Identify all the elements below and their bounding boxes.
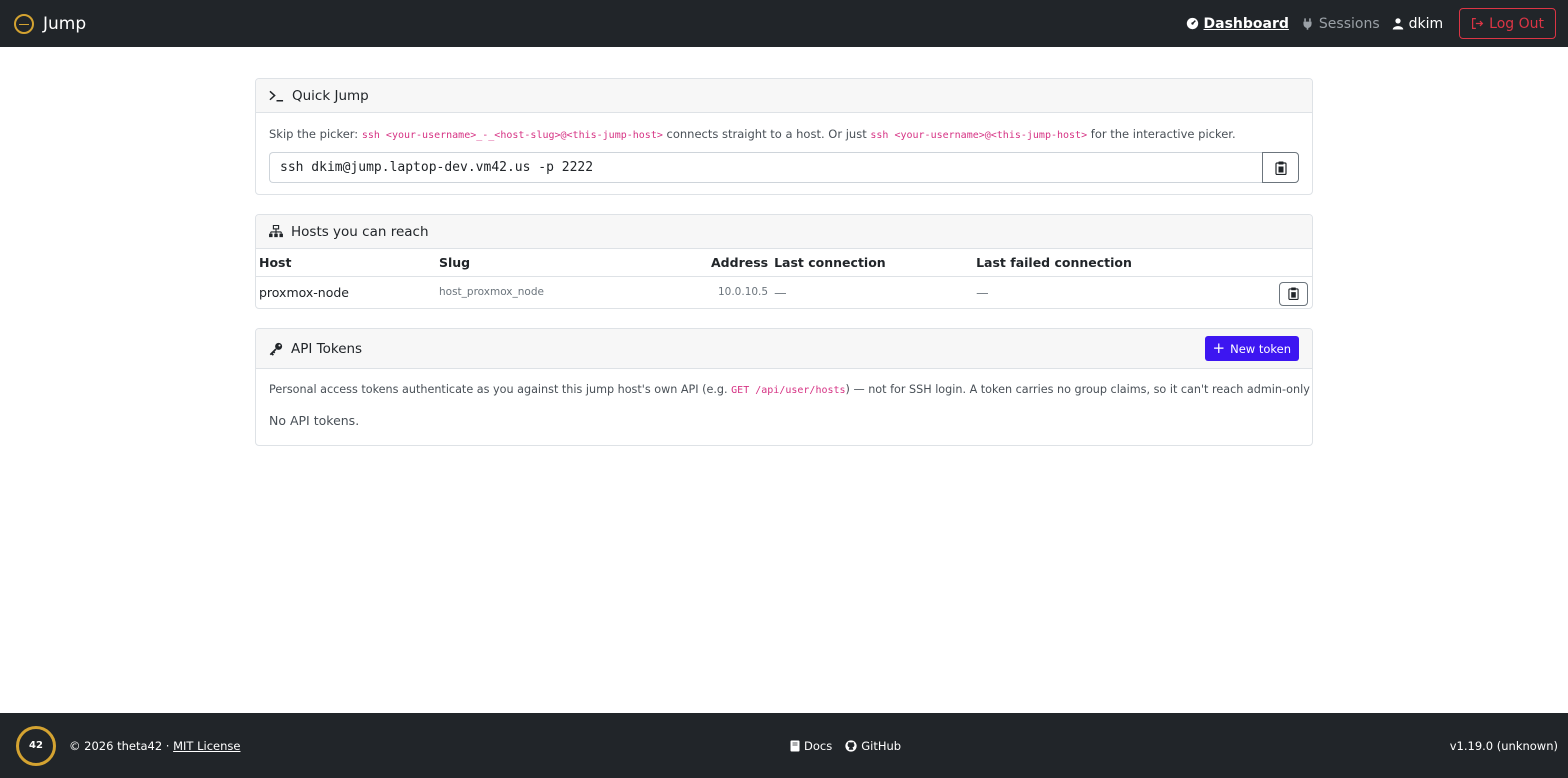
- direct-ssh-code: ssh <your-username>_-_<host-slug>@<this-…: [361, 130, 663, 141]
- theta42-footer-logo-icon: 42: [16, 725, 56, 766]
- logout-button[interactable]: Log Out: [1459, 8, 1556, 39]
- top-navbar: Jump Dashboard Sessions dkim Log Out: [0, 0, 1568, 47]
- network-icon: [269, 225, 283, 238]
- ssh-command-group: [269, 152, 1299, 183]
- logout-label: Log Out: [1489, 15, 1544, 32]
- host-last-connection: —: [774, 284, 787, 300]
- new-token-button[interactable]: + New token: [1204, 336, 1299, 361]
- mit-license-link[interactable]: MIT License: [173, 739, 240, 753]
- nav-user-link[interactable]: dkim: [1392, 15, 1444, 32]
- desc-text: Personal access tokens authenticate as y…: [269, 383, 732, 396]
- api-tokens-description: Personal access tokens authenticate as y…: [269, 383, 1312, 396]
- app-version: v1.19.0 (unknown): [1449, 738, 1558, 753]
- api-tokens-card: API Tokens + New token Personal access t…: [255, 328, 1313, 446]
- quick-jump-header: Quick Jump: [256, 79, 1312, 113]
- copy-command-button[interactable]: [1262, 152, 1299, 183]
- nav-right: Dashboard Sessions dkim Log Out: [1186, 0, 1556, 47]
- plus-icon: +: [1212, 339, 1226, 357]
- copyright-text: © 2026 theta42 ·: [69, 738, 174, 753]
- api-tokens-header: API Tokens + New token: [256, 329, 1312, 369]
- host-slug: host_proxmox_node: [439, 286, 544, 299]
- plug-icon: [1303, 17, 1312, 30]
- col-last-connection: Last connection: [771, 249, 974, 277]
- col-address: Address: [708, 249, 772, 277]
- nav-sessions-label: Sessions: [1318, 15, 1380, 32]
- book-icon: [790, 740, 800, 751]
- hosts-header: Hosts you can reach: [256, 215, 1312, 249]
- github-label: GitHub: [861, 738, 902, 753]
- footer-links: Docs GitHub: [790, 713, 914, 778]
- row-actions: [1262, 276, 1312, 308]
- docs-label: Docs: [804, 738, 833, 753]
- github-link[interactable]: GitHub: [845, 739, 901, 753]
- hosts-card: Hosts you can reach Host Slug Address La…: [255, 214, 1313, 309]
- col-host: Host: [256, 249, 436, 277]
- nav-dashboard-link[interactable]: Dashboard: [1186, 16, 1289, 32]
- person-icon: [1392, 18, 1403, 30]
- host-name: proxmox-node: [259, 284, 350, 300]
- docs-link[interactable]: Docs: [790, 739, 832, 753]
- col-slug: Slug: [436, 249, 708, 277]
- hosts-table-header-row: Host Slug Address Last connection Last f…: [256, 249, 1312, 277]
- new-token-label: New token: [1230, 341, 1291, 356]
- footer-logo-text: 42: [29, 740, 43, 751]
- table-row: proxmox-node host_proxmox_node 10.0.10.5…: [256, 276, 1312, 308]
- copy-host-button[interactable]: [1279, 281, 1308, 306]
- terminal-icon: [269, 90, 284, 101]
- speedometer-icon: [1186, 17, 1198, 30]
- col-actions: [1262, 249, 1312, 277]
- ssh-command-field[interactable]: [269, 152, 1262, 183]
- host-last-failed: —: [976, 284, 989, 300]
- github-icon: [845, 739, 857, 752]
- theta42-logo-icon: [14, 13, 34, 34]
- desc-text: ) — not for SSH login. A token carries n…: [845, 383, 1312, 396]
- no-tokens-message: No API tokens.: [269, 413, 360, 428]
- clipboard-icon: [1288, 287, 1299, 301]
- desc-text: for the interactive picker.: [1087, 127, 1236, 141]
- quick-jump-title: Quick Jump: [292, 87, 369, 104]
- host-address: 10.0.10.5: [717, 286, 769, 299]
- key-icon: [269, 342, 283, 356]
- brand-link[interactable]: Jump: [14, 13, 87, 34]
- hosts-title: Hosts you can reach: [291, 223, 429, 240]
- quick-jump-description: Skip the picker: ssh <your-username>_-_<…: [269, 127, 1299, 143]
- nav-user-label: dkim: [1408, 15, 1444, 32]
- footer-copyright: © 2026 theta42 · MIT License: [69, 739, 240, 753]
- hosts-table: Host Slug Address Last connection Last f…: [256, 249, 1312, 308]
- api-tokens-title: API Tokens: [291, 340, 363, 357]
- quick-jump-card: Quick Jump Skip the picker: ssh <your-us…: [255, 78, 1313, 195]
- desc-text: connects straight to a host. Or just: [662, 127, 871, 141]
- logout-icon: [1472, 18, 1484, 29]
- nav-sessions-link[interactable]: Sessions: [1301, 16, 1380, 32]
- nav-dashboard-label: Dashboard: [1203, 15, 1289, 32]
- page-footer: 42 © 2026 theta42 · MIT License Docs Git…: [0, 713, 1568, 778]
- brand-title: Jump: [43, 13, 87, 34]
- api-endpoint-code: GET /api/user/hosts: [731, 385, 846, 396]
- clipboard-icon: [1274, 161, 1287, 175]
- desc-text: Skip the picker:: [269, 127, 362, 141]
- col-last-failed: Last failed connection: [973, 249, 1262, 277]
- picker-ssh-code: ssh <your-username>@<this-jump-host>: [870, 130, 1088, 141]
